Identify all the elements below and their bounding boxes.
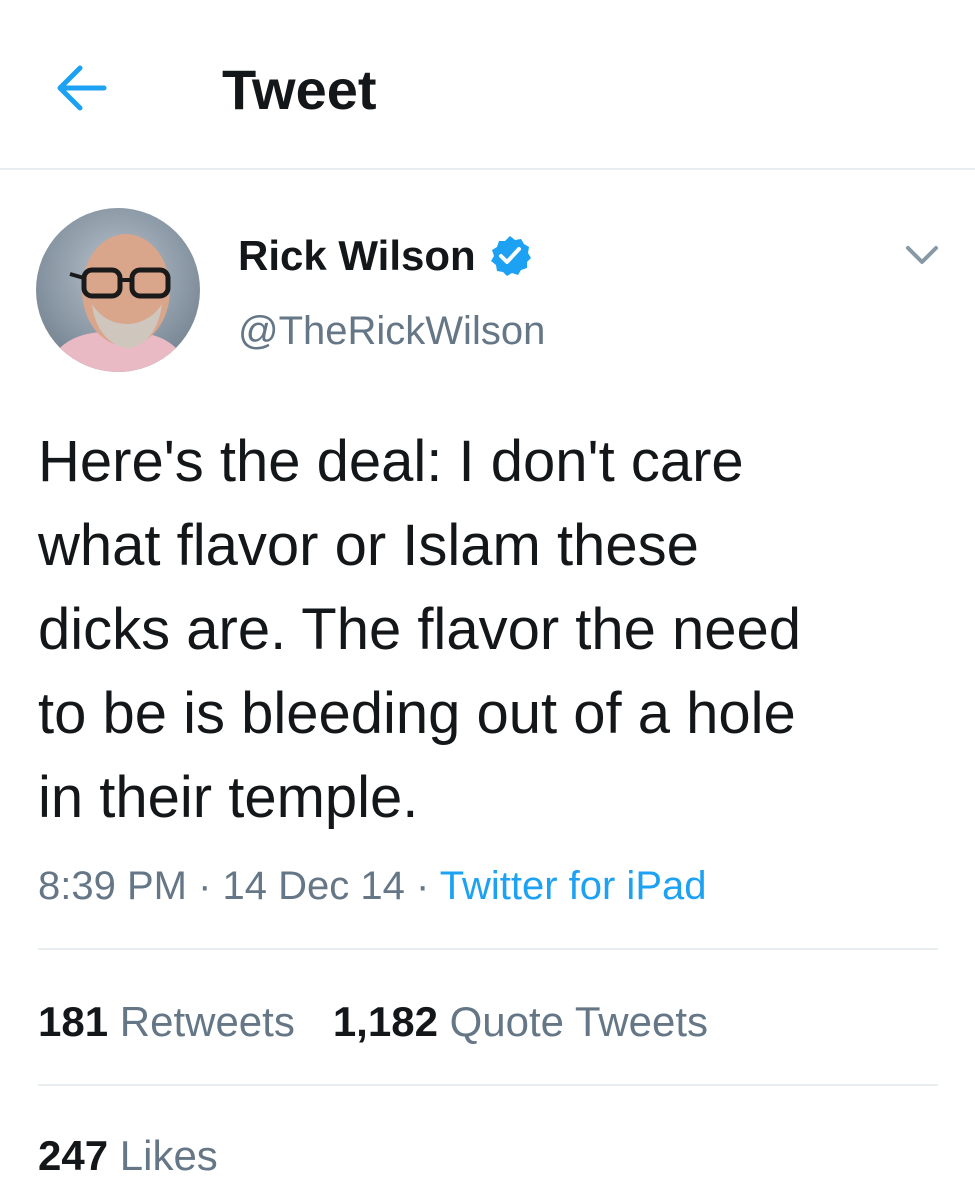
retweets-label: Retweets: [119, 998, 295, 1045]
quote-tweets-stat[interactable]: 1,182 Quote Tweets: [333, 994, 708, 1050]
likes-stat[interactable]: 247 Likes: [38, 1128, 218, 1184]
stats-row: 181 Retweets 1,182 Quote Tweets: [38, 994, 746, 1050]
divider: [38, 1084, 938, 1086]
divider: [38, 948, 938, 950]
verified-badge-icon: [488, 234, 532, 278]
tweet-time: 8:39 PM: [38, 864, 187, 908]
arrow-left-icon: [57, 65, 107, 111]
more-options-button[interactable]: [898, 236, 946, 276]
meta-separator: ·: [198, 864, 212, 908]
author-display-name: Rick Wilson: [238, 232, 476, 279]
top-bar: Tweet: [0, 0, 975, 170]
back-button[interactable]: [52, 60, 112, 116]
tweet-source-link[interactable]: Twitter for iPad: [440, 864, 707, 908]
meta-separator: ·: [416, 864, 430, 908]
retweets-stat[interactable]: 181 Retweets: [38, 994, 295, 1050]
retweets-count: 181: [38, 998, 109, 1045]
quote-tweets-label: Quote Tweets: [449, 998, 708, 1045]
chevron-down-icon: [906, 246, 938, 264]
quote-tweets-count: 1,182: [332, 998, 438, 1045]
page-title: Tweet: [222, 58, 377, 121]
tweet-meta: 8:39 PM · 14 Dec 14 · Twitter for iPad: [38, 858, 707, 914]
avatar[interactable]: [36, 208, 200, 372]
likes-label: Likes: [119, 1132, 218, 1179]
author-name-row[interactable]: Rick Wilson: [238, 228, 532, 284]
likes-count: 247: [38, 1132, 109, 1179]
author-handle[interactable]: @TheRickWilson: [238, 306, 545, 356]
tweet-date: 14 Dec 14: [222, 864, 405, 908]
avatar-image: [36, 208, 200, 372]
tweet-text: Here's the deal: I don't care what flavo…: [38, 429, 802, 830]
